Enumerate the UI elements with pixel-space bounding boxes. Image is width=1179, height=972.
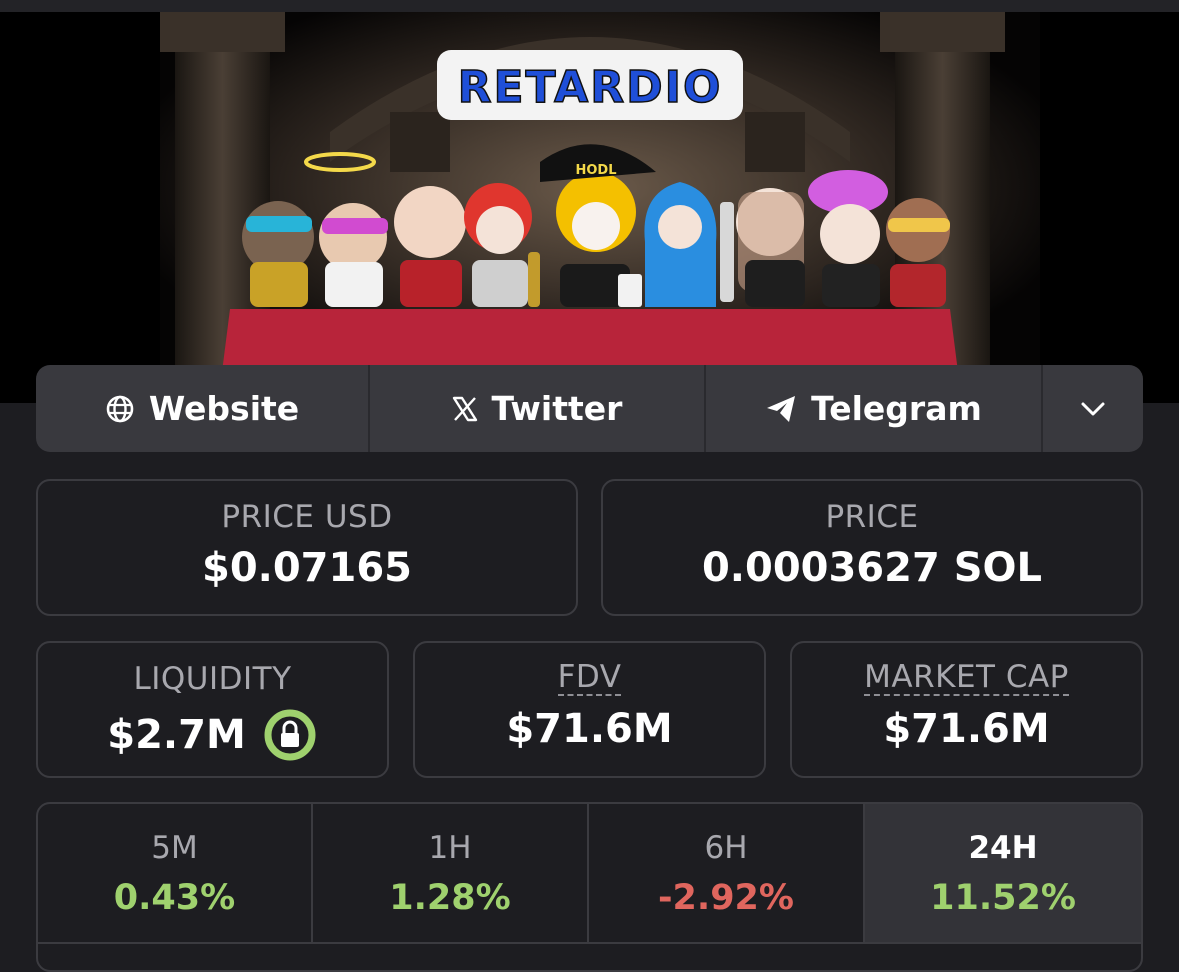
more-links-dropdown[interactable] <box>1043 365 1143 452</box>
price-change-tabs: 5M 0.43% 1H 1.28% 6H -2.92% 24H 11.52% <box>36 802 1143 972</box>
paper-plane-icon <box>767 395 796 422</box>
website-link-button[interactable]: Website <box>36 365 370 452</box>
market-cap-value: $71.6M <box>883 705 1050 752</box>
price-native-value: 0.0003627 SOL <box>701 545 1043 591</box>
change-tab-24h[interactable]: 24H 11.52% <box>865 804 1141 944</box>
telegram-link-label: Telegram <box>811 389 982 428</box>
change-value: 11.52% <box>930 878 1076 918</box>
liquidity-value: $2.7M <box>107 712 246 758</box>
change-tab-6h[interactable]: 6H -2.92% <box>589 804 865 944</box>
change-period: 5M <box>151 830 198 866</box>
fdv-label[interactable]: FDV <box>557 661 622 696</box>
price-usd-label: PRICE USD <box>221 499 393 535</box>
price-native-card: PRICE 0.0003627 SOL <box>601 479 1143 616</box>
change-tab-1h[interactable]: 1H 1.28% <box>313 804 589 944</box>
liquidity-value-row: $2.7M <box>107 707 318 763</box>
change-value: -2.92% <box>658 878 794 918</box>
token-banner: RETARDIO HODL <box>0 12 1179 403</box>
change-period: 6H <box>704 830 748 866</box>
price-usd-card: PRICE USD $0.07165 <box>36 479 578 616</box>
change-value: 0.43% <box>113 878 236 918</box>
change-tab-5m[interactable]: 5M 0.43% <box>38 804 313 944</box>
change-period: 1H <box>428 830 472 866</box>
liquidity-label: LIQUIDITY <box>133 661 292 697</box>
market-cap-card: MARKET CAP $71.6M <box>790 641 1143 778</box>
liquidity-card: LIQUIDITY $2.7M <box>36 641 389 778</box>
telegram-link-button[interactable]: Telegram <box>706 365 1043 452</box>
chevron-down-icon <box>1081 402 1105 415</box>
price-usd-value: $0.07165 <box>201 545 413 591</box>
social-links-bar: Website Twitter Telegram <box>36 365 1143 452</box>
website-link-label: Website <box>148 389 300 428</box>
price-native-label: PRICE <box>825 499 919 535</box>
globe-icon <box>106 395 134 422</box>
banner-logo-text: RETARDIO <box>458 62 723 113</box>
twitter-link-button[interactable]: Twitter <box>370 365 706 452</box>
fdv-value: $71.6M <box>506 705 673 752</box>
banner-cap-text: HODL <box>575 163 616 178</box>
banner-artwork: RETARDIO HODL <box>160 12 1040 403</box>
fdv-card: FDV $71.6M <box>413 641 766 778</box>
lock-icon[interactable] <box>262 707 318 763</box>
twitter-link-label: Twitter <box>491 389 623 428</box>
change-value: 1.28% <box>389 878 511 918</box>
top-strip <box>0 0 1179 12</box>
change-period: 24H <box>968 830 1038 866</box>
x-logo-icon <box>452 396 477 421</box>
market-cap-label[interactable]: MARKET CAP <box>864 661 1069 696</box>
